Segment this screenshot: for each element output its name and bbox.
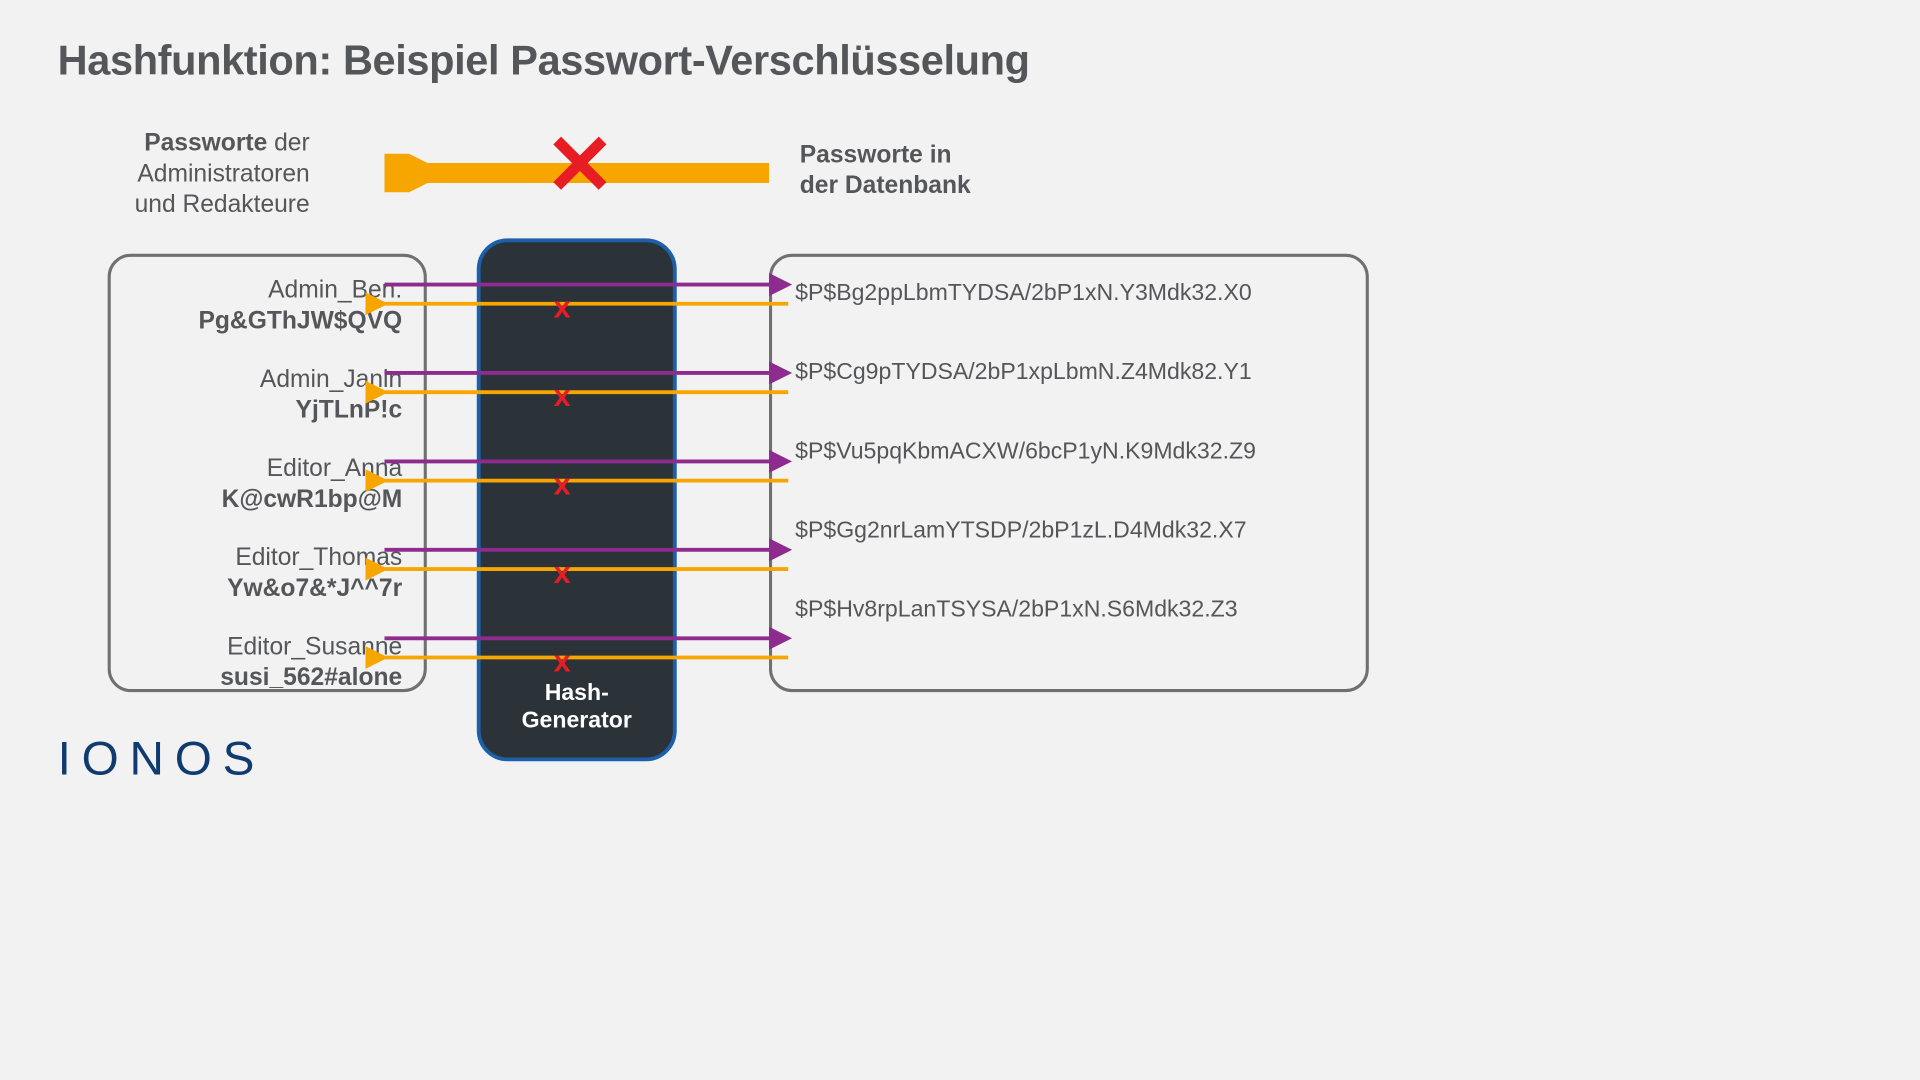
hash-generator-label: Hash- Generator [522,679,632,734]
user-name: Admin_Ben: [268,275,402,303]
hash-entry: $P$Gg2nrLamYTSDP/2bP1zL.D4Mdk32.X7 [795,518,1343,544]
cross-icon: x [554,381,571,412]
cross-icon: x [554,469,571,500]
hash-entry: $P$Vu5pqKbmACXW/6bcP1yN.K9Mdk32.Z9 [795,438,1343,464]
cross-icon: x [554,292,571,323]
center-line1: Hash- [545,680,609,705]
label-right-line2: der Datenbank [800,171,971,199]
user-entry: Admin_Janin YjTLnP!c [132,363,402,425]
user-name: Admin_Janin [260,365,402,393]
big-cross-icon: ✕ [544,123,615,208]
user-name: Editor_Thomas [235,543,402,571]
label-left-line3: und Redakteure [135,190,310,218]
diagram-title: Hashfunktion: Beispiel Passwort-Verschlü… [58,37,1030,85]
brand-logo: IONOS [58,731,265,786]
label-right-line1: Passworte in [800,140,952,168]
label-left-bold: Passworte [144,128,267,156]
label-left-line2: Administratoren [137,159,309,187]
hashed-passwords-box: $P$Bg2ppLbmTYDSA/2bP1xN.Y3Mdk32.X0 $P$Cg… [769,254,1369,692]
user-name: Editor_Susanne [227,632,402,660]
label-passwords-db: Passworte in der Datenbank [800,138,971,200]
cross-icon: x [554,558,571,589]
cross-icon: x [554,646,571,677]
user-password: susi_562#alone [132,661,402,692]
user-entry: Editor_Thomas Yw&o7&*J^^7r [132,541,402,603]
label-passwords-source: Passworte der Administratoren und Redakt… [135,127,310,219]
user-entry: Admin_Ben: Pg&GThJW$QVQ [132,274,402,336]
user-entry: Editor_Anna K@cwR1bp@M [132,452,402,514]
label-left-rest1: der [267,128,309,156]
user-password: Pg&GThJW$QVQ [132,305,402,336]
plaintext-passwords-box: Admin_Ben: Pg&GThJW$QVQ Admin_Janin YjTL… [108,254,427,692]
center-line2: Generator [522,707,632,732]
user-password: K@cwR1bp@M [132,483,402,514]
user-entry: Editor_Susanne susi_562#alone [132,631,402,693]
user-password: YjTLnP!c [132,394,402,425]
hash-entry: $P$Bg2ppLbmTYDSA/2bP1xN.Y3Mdk32.X0 [795,280,1343,306]
hash-entry: $P$Hv8rpLanTSYSA/2bP1xN.S6Mdk32.Z3 [795,597,1343,623]
user-password: Yw&o7&*J^^7r [132,572,402,603]
hash-entry: $P$Cg9pTYDSA/2bP1xpLbmN.Z4Mdk82.Y1 [795,359,1343,385]
hash-generator-box: Hash- Generator [477,238,677,761]
user-name: Editor_Anna [267,454,402,482]
